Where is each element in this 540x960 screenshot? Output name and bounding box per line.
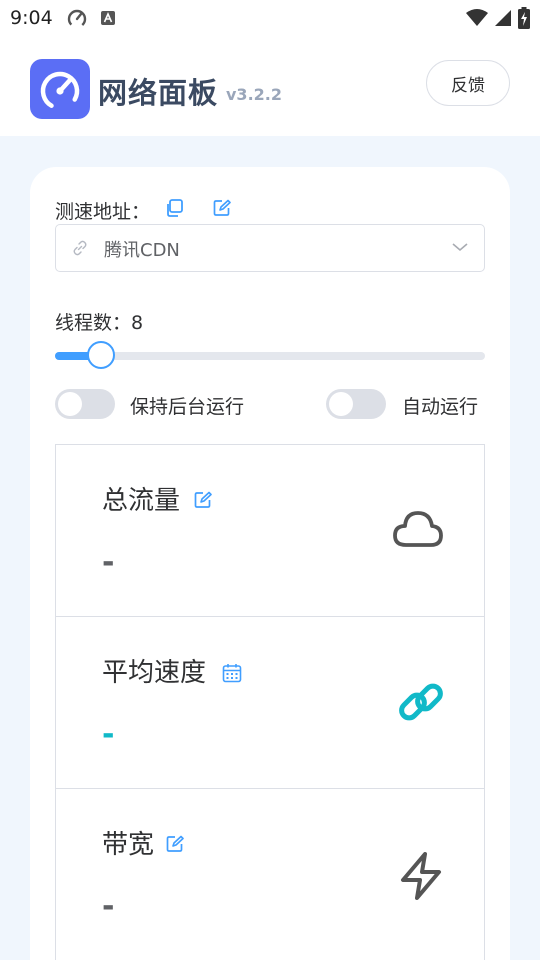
calendar-icon[interactable] (222, 663, 242, 683)
stat-title: 总流量 (102, 486, 181, 516)
app-logo (30, 59, 90, 119)
status-bar: 9:04 (0, 0, 540, 36)
slider-thumb[interactable] (87, 341, 115, 369)
status-time: 9:04 (10, 7, 53, 29)
edit-icon[interactable] (213, 199, 231, 217)
status-left-icons (66, 8, 116, 28)
font-status-icon (101, 11, 115, 25)
app-header: 网络面板 v3.2.2 反馈 (0, 36, 540, 136)
speedometer-status-icon (67, 9, 87, 28)
stat-bandwidth: 带宽 - (55, 788, 485, 960)
copy-icon[interactable] (164, 198, 184, 218)
speedometer-logo-icon (40, 71, 80, 111)
status-right-icons (466, 7, 530, 29)
threads-slider[interactable] (55, 341, 485, 369)
switch-knob (58, 392, 82, 416)
stats-list: 总流量 - 平均速度 - 带宽 - (55, 444, 485, 960)
stat-value: - (102, 545, 115, 580)
keep-background-label: 保持后台运行 (130, 396, 245, 418)
stat-value: - (102, 889, 115, 924)
selected-server: 腾讯CDN (104, 240, 180, 261)
stat-title: 平均速度 (102, 658, 207, 688)
server-select[interactable]: 腾讯CDN (55, 224, 485, 272)
link-icon (399, 683, 443, 721)
chevron-down-icon (452, 243, 468, 252)
app-version: v3.2.2 (226, 85, 282, 104)
signal-icon (495, 10, 511, 26)
keep-background-switch[interactable] (55, 389, 115, 419)
stat-total-traffic: 总流量 - (55, 444, 485, 617)
stat-value: - (102, 717, 115, 752)
stat-average-speed: 平均速度 - (55, 616, 485, 789)
edit-icon[interactable] (166, 835, 184, 853)
feedback-button[interactable]: 反馈 (426, 60, 510, 106)
speed-test-url-label: 测速地址： (55, 201, 151, 223)
battery-icon (518, 7, 530, 29)
auto-run-label: 自动运行 (402, 396, 479, 418)
lightning-icon (401, 852, 441, 900)
threads-label: 线程数：8 (55, 312, 144, 334)
wifi-icon (466, 9, 488, 26)
app-name: 网络面板 (98, 76, 219, 110)
stat-title: 带宽 (102, 830, 155, 860)
cloud-icon (393, 511, 443, 547)
auto-run-switch[interactable] (326, 389, 386, 419)
switch-knob (329, 392, 353, 416)
main-card: 测速地址： 腾讯CDN 线程数：8 保持后台运行 自动运行 总流量 - 平均速度… (30, 167, 510, 960)
link-small-icon (73, 240, 87, 256)
edit-icon[interactable] (194, 491, 212, 509)
